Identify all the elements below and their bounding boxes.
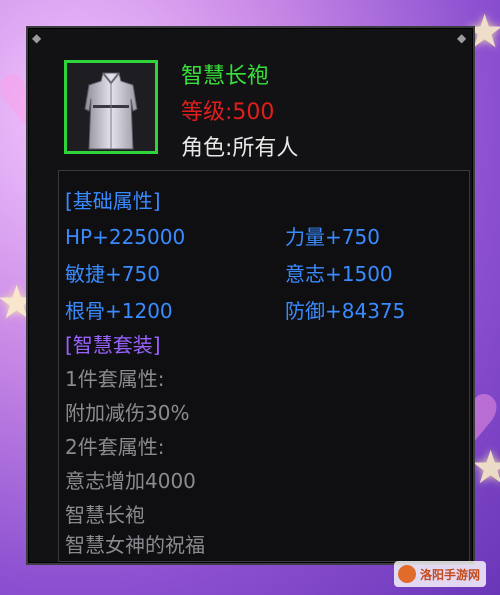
- stat-hp: HP+225000: [65, 225, 186, 249]
- set-member-blessing: 智慧女神的祝福: [65, 533, 205, 557]
- item-name: 智慧长袍: [181, 64, 270, 89]
- stat-defense: 防御+84375: [285, 299, 406, 323]
- item-tooltip-panel: ◆ ◆ 智慧长袍 等级:500 角色:所有人 [基础属性] HP+225000 …: [26, 26, 475, 565]
- stat-agility: 敏捷+750: [65, 262, 160, 286]
- item-icon-frame[interactable]: [64, 60, 158, 154]
- stat-will: 意志+1500: [285, 262, 393, 286]
- set-piece1-label: 1件套属性:: [65, 367, 165, 391]
- set-member-robe: 智慧长袍: [65, 503, 145, 527]
- item-header: 智慧长袍 等级:500 角色:所有人: [28, 28, 473, 168]
- set-piece2-label: 2件套属性:: [65, 435, 165, 459]
- item-role: 角色:所有人: [181, 136, 299, 161]
- base-attributes-header: [基础属性]: [65, 189, 161, 213]
- set-header: [智慧套装]: [65, 333, 161, 357]
- set-bonus1: 附加减伤30%: [65, 401, 190, 425]
- stat-bone: 根骨+1200: [65, 299, 173, 323]
- stat-strength: 力量+750: [285, 225, 380, 249]
- watermark-text: 洛阳手游网: [420, 567, 481, 582]
- stats-section: [基础属性] HP+225000 力量+750 敏捷+750 意志+1500 根…: [58, 170, 470, 562]
- watermark-logo-icon: [398, 565, 416, 583]
- item-level: 等级:500: [181, 100, 275, 125]
- site-watermark: 洛阳手游网: [394, 561, 486, 587]
- set-bonus2: 意志增加4000: [65, 469, 196, 493]
- robe-icon: [84, 72, 138, 150]
